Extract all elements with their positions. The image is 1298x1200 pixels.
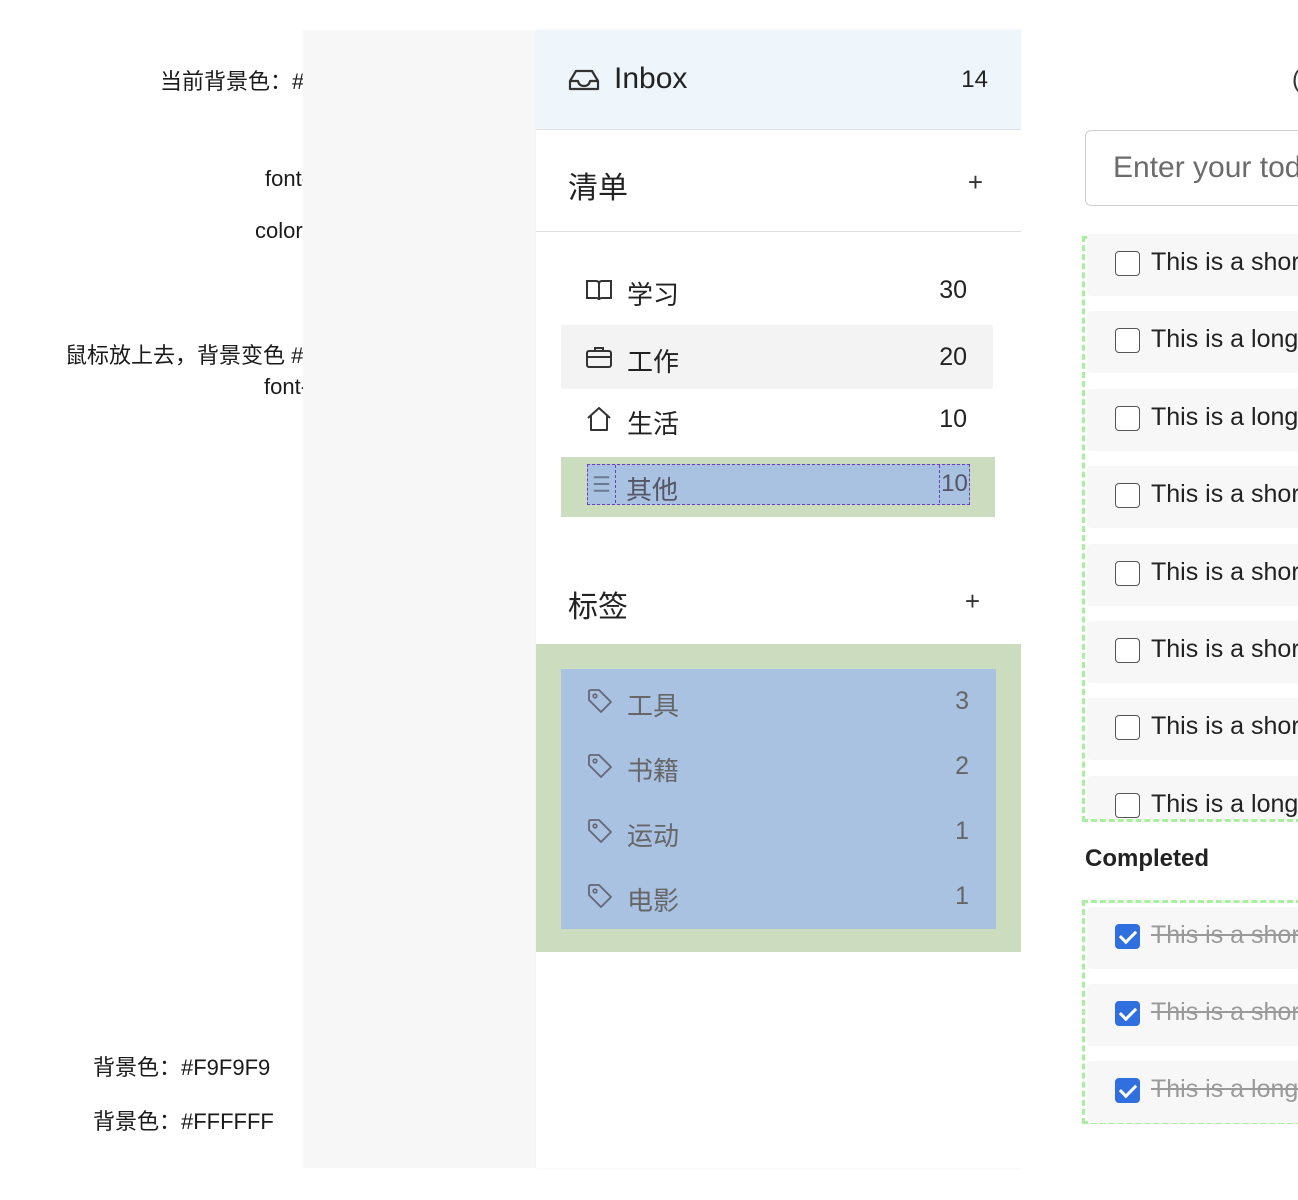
tag-count: 2 [955,752,969,780]
todo-checkbox[interactable] [1115,561,1140,586]
todo-text: This is a short [1151,921,1298,949]
todo-text: This is a long [1151,790,1298,818]
completed-todo-item[interactable]: This is a short [1087,984,1298,1046]
todo-input[interactable] [1085,130,1298,206]
annotation-sidebar-bg: 背景色：#FFFFFF [93,1109,274,1134]
tag-count: 3 [955,687,969,715]
todo-text: This is a short [1151,248,1298,276]
home-icon [587,407,611,431]
tag-item-tools[interactable]: 工具 3 [561,669,996,734]
tag-item-sports[interactable]: 运动 1 [561,799,996,864]
sidebar-item-count: 20 [939,343,967,371]
sidebar-item-label: 学习 [627,280,680,310]
sidebar-item-other[interactable]: 其他 10 [561,457,995,517]
tag-icon [588,754,612,778]
inbox-label: Inbox [614,62,688,95]
todo-item[interactable]: This is a short [1087,466,1298,528]
tag-icon [588,884,612,908]
app-background [303,30,536,1168]
todo-checkbox[interactable] [1115,483,1140,508]
briefcase-icon [586,347,612,368]
lists-section-title: 清单 [568,172,628,205]
tag-icon [588,819,612,843]
todo-item[interactable]: This is a short [1087,544,1298,606]
todo-item[interactable]: This is a short [1087,234,1298,296]
completed-todo-item[interactable]: This is a short [1087,907,1298,969]
tag-count: 1 [955,817,969,845]
tags-section-title: 标签 [568,591,628,624]
tags-section-header: 标签 + [536,550,1021,650]
todo-item[interactable]: This is a long [1087,776,1298,818]
sidebar-item-life[interactable]: 生活 10 [561,387,993,451]
sidebar-item-inbox[interactable]: Inbox 14 [536,30,1021,130]
add-tag-button[interactable]: + [965,586,980,617]
sidebar: Inbox 14 清单 + 学习 30 工作 20 生活 10 其他 10 标签… [536,30,1021,1168]
sidebar-item-study[interactable]: 学习 30 [561,258,993,322]
todo-checkbox-checked[interactable] [1115,1078,1140,1103]
sidebar-item-label: 工作 [627,347,680,377]
tag-label: 运动 [627,821,680,851]
todo-item[interactable]: This is a short [1087,698,1298,760]
tag-item-books[interactable]: 书籍 2 [561,734,996,799]
todo-text: This is a short [1151,998,1298,1026]
todo-checkbox[interactable] [1115,251,1140,276]
todo-item[interactable]: This is a long [1087,389,1298,451]
section-divider [536,231,1021,232]
completed-heading: Completed [1085,845,1210,872]
header-glyph: ( [1292,66,1298,94]
todo-text: This is a short [1151,712,1298,740]
todo-checkbox[interactable] [1115,715,1140,740]
todo-text: This is a long [1151,325,1298,353]
sidebar-item-label: 生活 [627,409,680,439]
annotation-canvas-bg: 背景色：#F9F9F9 [93,1055,271,1080]
todo-checkbox[interactable] [1115,328,1140,353]
inbox-icon [568,69,600,91]
todo-text: This is a long [1151,1075,1298,1103]
sidebar-item-count: 10 [939,405,967,433]
todo-text: This is a short [1151,480,1298,508]
menu-icon [593,465,616,503]
tag-label: 工具 [627,691,680,721]
inbox-count: 14 [961,66,988,93]
tag-count: 1 [955,882,969,910]
add-list-button[interactable]: + [968,167,983,198]
sidebar-item-other-content: 其他 10 [587,464,970,505]
todo-checkbox[interactable] [1115,638,1140,663]
completed-todo-item[interactable]: This is a long [1087,1061,1298,1123]
todo-item[interactable]: This is a short [1087,621,1298,683]
sidebar-item-work[interactable]: 工作 20 [561,325,993,389]
sidebar-item-count: 10 [939,465,969,503]
todo-text: This is a long [1151,403,1298,431]
todo-text: This is a short [1151,635,1298,663]
todo-checkbox[interactable] [1115,406,1140,431]
book-icon [586,280,612,301]
todo-item[interactable]: This is a long [1087,311,1298,373]
tag-icon [588,689,612,713]
todo-checkbox[interactable] [1115,793,1140,818]
lists-section-header: 清单 + [536,131,1021,231]
sidebar-item-label: 其他 [626,475,679,505]
tag-item-movies[interactable]: 电影 1 [561,864,996,929]
tag-label: 书籍 [627,756,680,786]
todo-checkbox-checked[interactable] [1115,924,1140,949]
todo-checkbox-checked[interactable] [1115,1001,1140,1026]
tag-label: 电影 [627,886,680,916]
todo-text: This is a short [1151,558,1298,586]
sidebar-item-count: 30 [939,276,967,304]
tags-list-content: 工具 3 书籍 2 运动 1 电影 1 [561,669,996,929]
tags-list: 工具 3 书籍 2 运动 1 电影 1 [536,644,1021,952]
